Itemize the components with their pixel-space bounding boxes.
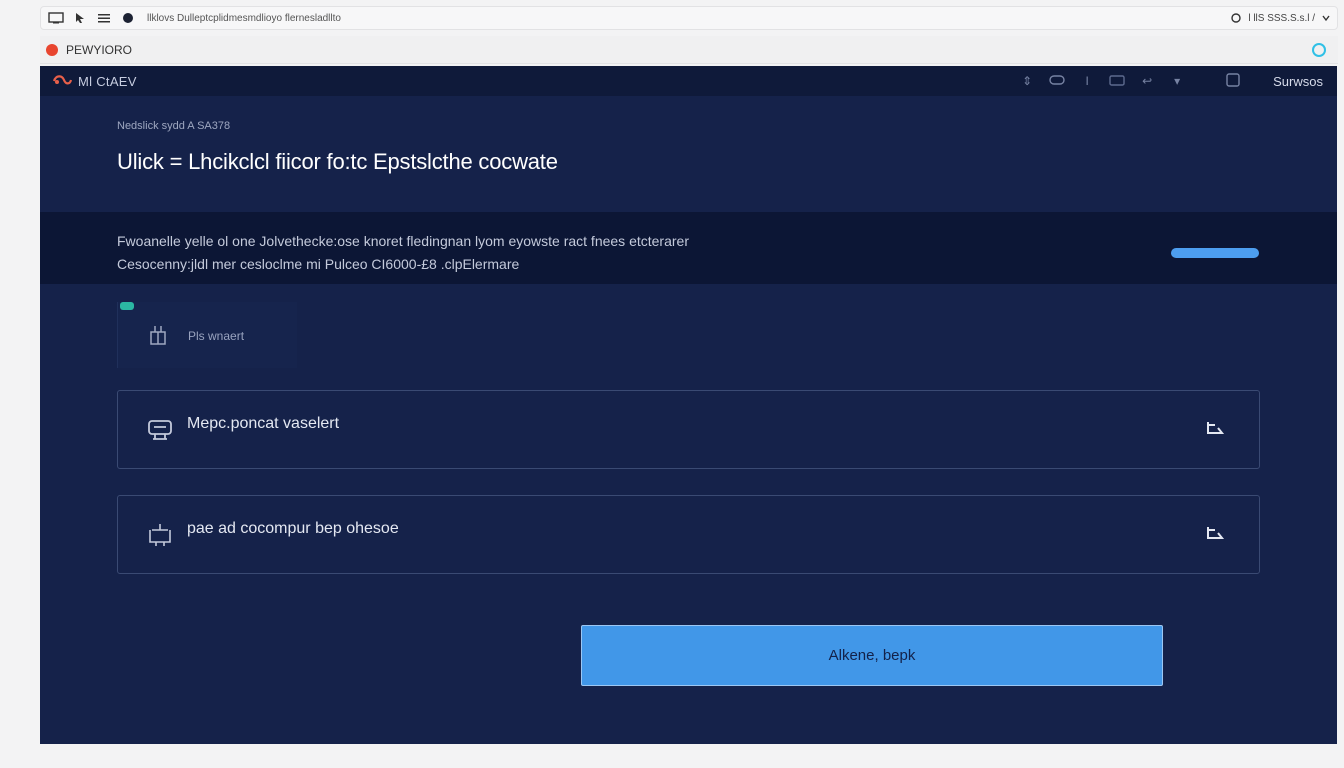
sort-icon[interactable]: ⇕: [1019, 74, 1035, 88]
page-header: Nedslick sydd A SA378 Ulick = Lhcikclcl …: [40, 96, 1337, 212]
address-bar[interactable]: llklovs Dulleptcplidmesmdlioyo flernesla…: [147, 13, 341, 24]
status-led-icon: [120, 302, 134, 310]
enter-arrow-icon[interactable]: [1205, 419, 1225, 437]
banner-line-2: Cesocenny:jldl mer cesloclme mi Pulceo C…: [117, 256, 520, 272]
breadcrumb: Nedslick sydd A SA378: [117, 120, 231, 132]
enter-arrow-icon[interactable]: [1205, 524, 1225, 542]
option-row-network[interactable]: pae ad cocompur bep ohesoe: [117, 495, 1260, 574]
info-banner: Fwoanelle yelle ol one Jolvethecke:ose k…: [40, 212, 1337, 284]
option-label: pae ad cocompur bep ohesoe: [187, 520, 399, 537]
option-label: Mepc.poncat vaselert: [187, 415, 340, 432]
pointer-icon[interactable]: [71, 9, 89, 27]
sign-in-link[interactable]: Surwsos: [1273, 74, 1323, 89]
screen-icon[interactable]: [47, 9, 65, 27]
browser-tab-bar: PEWYIORO: [40, 36, 1338, 64]
app-header: Ml CtAEV ⇕ I ↩ ▾ Surwsos: [40, 66, 1337, 96]
status-label: Pls wnaert: [188, 329, 245, 343]
refresh-icon[interactable]: [1230, 12, 1242, 24]
user-icon[interactable]: [1225, 72, 1241, 90]
menu-icon[interactable]: [95, 9, 113, 27]
status-card[interactable]: Pls wnaert: [117, 302, 297, 368]
primary-action-button[interactable]: Alkene, bepk: [581, 625, 1163, 686]
arrow-icon[interactable]: ↩: [1139, 74, 1155, 88]
options-section: Pls wnaert Mepc.poncat vaselert pae ad c…: [40, 284, 1337, 744]
network-node-icon: [149, 524, 171, 546]
progress-bar: [1171, 248, 1259, 258]
record-icon[interactable]: [46, 43, 58, 56]
browser-toolbar: llklovs Dulleptcplidmesmdlioyo flernesla…: [40, 6, 1338, 30]
chevron-down-icon[interactable]: [1321, 13, 1331, 23]
app-toolbar: ⇕ I ↩ ▾ Surwsos: [1019, 72, 1325, 90]
camera-icon[interactable]: [1109, 74, 1125, 89]
plug-icon: [150, 326, 166, 345]
logo-icon: [52, 75, 72, 85]
gamepad-icon[interactable]: [1049, 74, 1065, 88]
cursor-text-icon[interactable]: I: [1079, 74, 1095, 88]
option-row-router[interactable]: Mepc.poncat vaselert: [117, 390, 1260, 469]
browser-status-text: l llS SSS.S.s.l /: [1248, 12, 1315, 24]
status-ring-icon[interactable]: [1312, 42, 1326, 57]
record-indicator-icon: [119, 9, 137, 27]
chevron-down-icon[interactable]: ▾: [1169, 74, 1185, 88]
browser-toolbar-right: l llS SSS.S.s.l /: [1230, 12, 1331, 24]
app-title: Ml CtAEV: [78, 73, 137, 89]
app-window: Ml CtAEV ⇕ I ↩ ▾ Surwsos Nedslick sydd A…: [40, 66, 1337, 744]
banner-line-1: Fwoanelle yelle ol one Jolvethecke:ose k…: [117, 233, 689, 249]
page-title: Ulick = Lhcikclcl fiicor fo:tc Epstslcth…: [117, 149, 558, 174]
router-icon: [148, 420, 172, 440]
tab-label[interactable]: PEWYIORO: [66, 43, 132, 57]
